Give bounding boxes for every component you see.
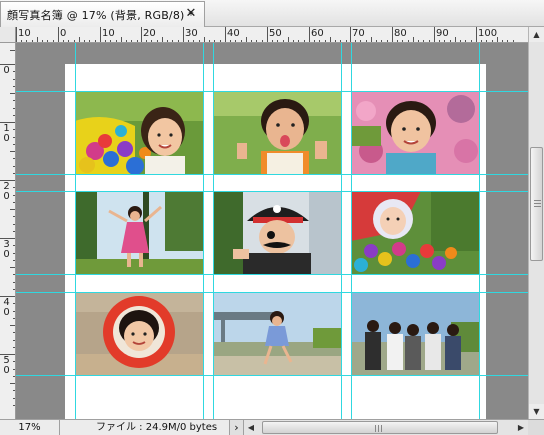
- vertical-scrollbar[interactable]: ▲ ▼: [528, 27, 544, 419]
- ruler-label: 0: [3, 65, 10, 76]
- document-canvas[interactable]: [16, 43, 528, 419]
- photo-pirate-child: [213, 191, 341, 274]
- document-tab-title: 顔写真名簿 @ 17% (背景, RGB/8) *: [7, 8, 194, 22]
- horizontal-guide[interactable]: [16, 91, 528, 92]
- ruler-label: 1 0: [3, 123, 10, 144]
- ruler-label: 100: [478, 28, 498, 39]
- ruler-major-tick: [16, 27, 17, 42]
- ruler-major-tick: [392, 27, 393, 42]
- scroll-right-icon[interactable]: ▶: [514, 420, 528, 435]
- ruler-label: 2 0: [3, 181, 10, 202]
- ruler-major-tick: [267, 27, 268, 42]
- horizontal-guide[interactable]: [16, 375, 528, 376]
- photo-boy-tongue: [213, 91, 341, 174]
- ruler-label: 80: [394, 28, 407, 39]
- ruler-label: 90: [436, 28, 449, 39]
- scroll-down-icon[interactable]: ▼: [529, 404, 544, 419]
- photo-thumbnail-r1c1: [75, 91, 203, 174]
- ruler-major-tick: [350, 27, 351, 42]
- horizontal-scrollbar[interactable]: ◀ ▶: [244, 420, 528, 435]
- ruler-label: 10: [102, 28, 115, 39]
- vertical-guide[interactable]: [203, 43, 204, 419]
- ruler-major-tick: [100, 27, 101, 42]
- ruler-label: 50: [269, 28, 282, 39]
- vertical-guide[interactable]: [479, 43, 480, 419]
- vertical-guide[interactable]: [75, 43, 76, 419]
- document-tab[interactable]: 顔写真名簿 @ 17% (背景, RGB/8) * ✕: [0, 1, 205, 27]
- photo-girl-red-ring: [75, 292, 203, 375]
- ruler-label: 4 0: [3, 297, 10, 318]
- horizontal-ruler[interactable]: 10 0 10 20 30 40 50 60 70 80 90 100: [16, 27, 528, 43]
- photo-group-friends: [351, 292, 479, 375]
- status-menu-arrow-icon[interactable]: ›: [230, 420, 244, 435]
- ruler-origin-corner[interactable]: [0, 27, 16, 43]
- photo-thumbnail-r3c2: [213, 292, 341, 375]
- vertical-scroll-thumb[interactable]: [530, 147, 543, 261]
- horizontal-guide[interactable]: [16, 292, 528, 293]
- ruler-label: 30: [185, 28, 198, 39]
- horizontal-guide[interactable]: [16, 174, 528, 175]
- photo-girl-park: [75, 191, 203, 274]
- ruler-label: 3 0: [3, 239, 10, 260]
- ruler-label: 40: [227, 28, 240, 39]
- ruler-major-tick: [434, 27, 435, 42]
- ruler-label: 70: [352, 28, 365, 39]
- ruler-major-tick: [309, 27, 310, 42]
- photo-thumbnail-r2c1: [75, 191, 203, 274]
- status-bar: 17% ファイル : 24.9M/0 bytes › ◀ ▶: [0, 419, 544, 435]
- ruler-major-tick: [58, 27, 59, 42]
- ruler-label: 5 0: [3, 355, 10, 376]
- photo-ball-pit-child: [75, 91, 203, 174]
- horizontal-scroll-thumb[interactable]: [262, 421, 498, 434]
- resize-grip[interactable]: [528, 420, 544, 435]
- document-tab-bar: 顔写真名簿 @ 17% (背景, RGB/8) * ✕: [0, 0, 544, 27]
- ruler-label: 10: [18, 28, 31, 39]
- vertical-ruler[interactable]: 0 1 0 2 0 3 0 4 0 5 0: [0, 43, 16, 419]
- photo-thumbnail-r3c1: [75, 292, 203, 375]
- photo-child-running: [213, 292, 341, 375]
- ruler-label: 0: [60, 28, 67, 39]
- photo-thumbnail-r2c3: [351, 191, 479, 274]
- vertical-guide[interactable]: [213, 43, 214, 419]
- zoom-level-field[interactable]: 17%: [0, 420, 60, 435]
- photo-boy-flowers: [351, 91, 479, 174]
- scroll-left-icon[interactable]: ◀: [244, 420, 258, 435]
- ruler-major-tick: [141, 27, 142, 42]
- ruler-major-tick: [183, 27, 184, 42]
- photo-baby-ball-pit: [351, 191, 479, 274]
- ruler-major-tick: [476, 27, 477, 42]
- scroll-up-icon[interactable]: ▲: [529, 27, 544, 42]
- vertical-guide[interactable]: [351, 43, 352, 419]
- horizontal-guide[interactable]: [16, 274, 528, 275]
- vertical-guide[interactable]: [341, 43, 342, 419]
- horizontal-guide[interactable]: [16, 191, 528, 192]
- ruler-major-tick: [225, 27, 226, 42]
- close-icon[interactable]: ✕: [184, 7, 198, 21]
- file-info-text: ファイル : 24.9M/0 bytes: [60, 420, 230, 435]
- ruler-label: 20: [143, 28, 156, 39]
- photo-thumbnail-r3c3: [351, 292, 479, 375]
- photo-thumbnail-r2c2: [213, 191, 341, 274]
- ruler-label: 60: [311, 28, 324, 39]
- photo-thumbnail-r1c3: [351, 91, 479, 174]
- photo-thumbnail-r1c2: [213, 91, 341, 174]
